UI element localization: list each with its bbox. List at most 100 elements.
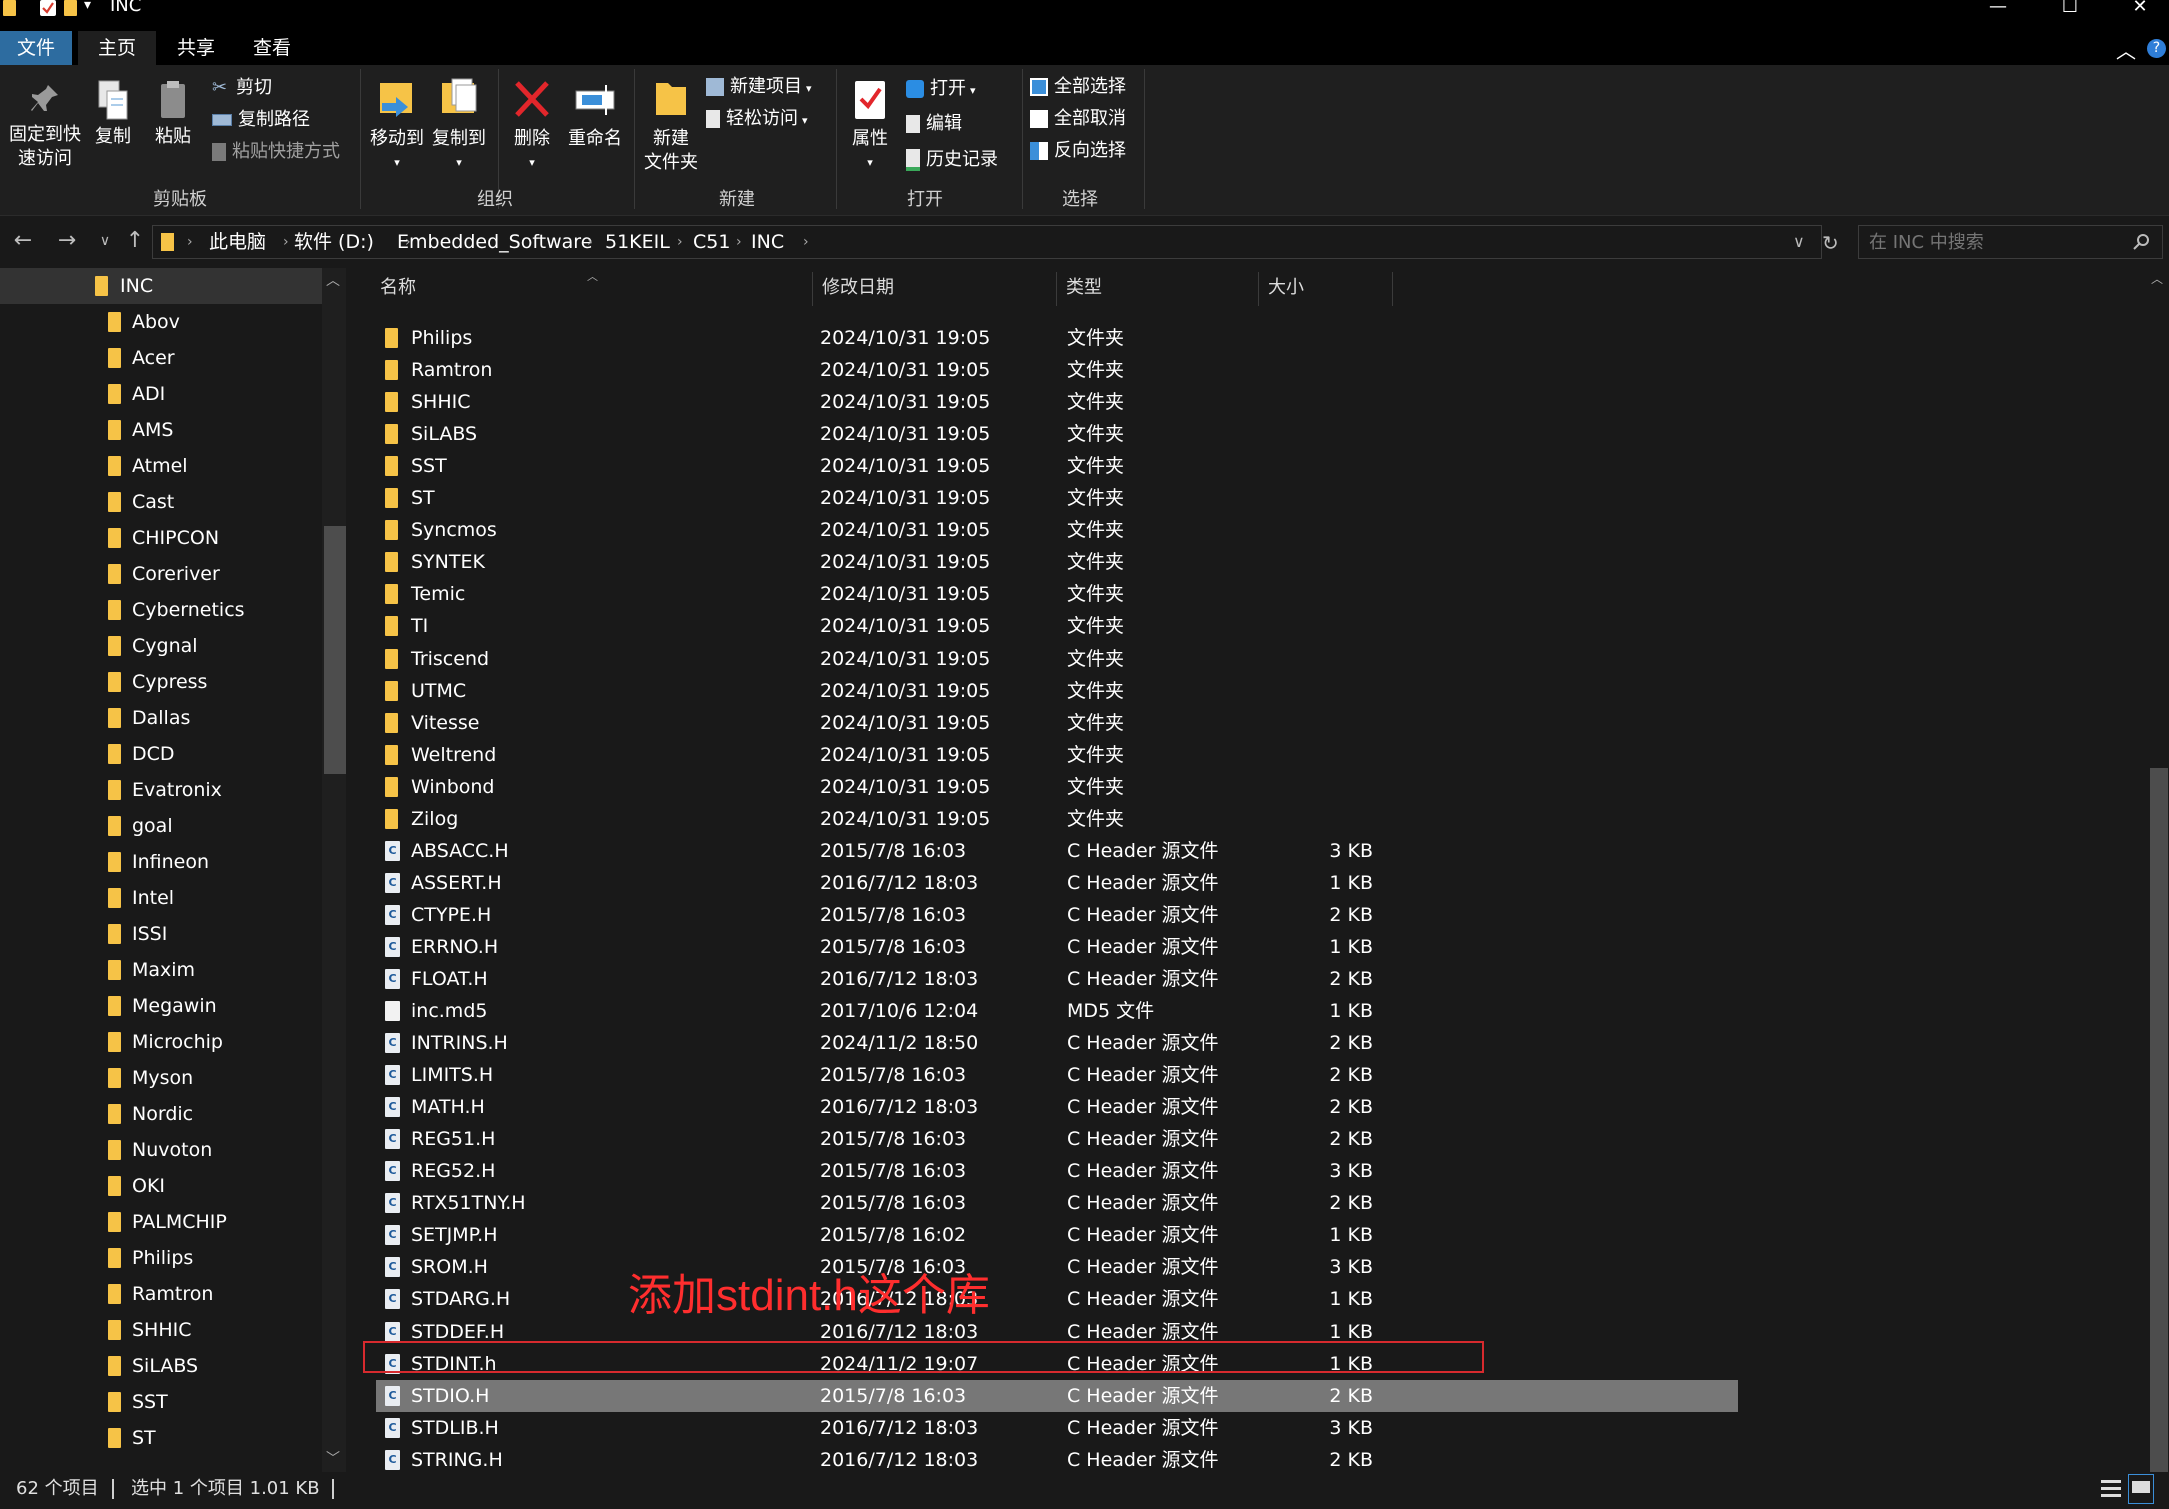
history-button[interactable]: 历史记录 (906, 146, 998, 174)
nav-scrollbar-thumb[interactable] (324, 526, 346, 774)
file-row[interactable]: C ASSERT.H 2016/7/12 18:03 C Header 源文件 1 KB (376, 867, 1738, 899)
column-header-date[interactable]: 修改日期 (822, 268, 894, 306)
copy-path-button[interactable]: 复制路径 (212, 106, 310, 134)
file-row[interactable]: ST 2024/10/31 19:05 文件夹 (376, 482, 1738, 514)
file-row[interactable]: UTMC 2024/10/31 19:05 文件夹 (376, 675, 1738, 707)
open-button[interactable]: 打开 ▾ (906, 75, 976, 103)
close-button[interactable]: ✕ (2110, 0, 2169, 20)
tree-item-cygnal[interactable]: Cygnal (0, 628, 322, 664)
file-row[interactable]: Zilog 2024/10/31 19:05 文件夹 (376, 803, 1738, 835)
column-separator[interactable] (812, 272, 813, 306)
file-row[interactable]: SYNTEK 2024/10/31 19:05 文件夹 (376, 546, 1738, 578)
nav-scrollbar[interactable] (322, 268, 346, 1472)
tree-item-palmchip[interactable]: PALMCHIP (0, 1204, 322, 1240)
file-row[interactable]: inc.md5 2017/10/6 12:04 MD5 文件 1 KB (376, 995, 1738, 1027)
tree-item-evatronix[interactable]: Evatronix (0, 772, 322, 808)
column-header-name[interactable]: 名称 (380, 268, 416, 306)
file-row[interactable]: C RTX51TNY.H 2015/7/8 16:03 C Header 源文件 2 K… (376, 1187, 1738, 1219)
breadcrumb-c51[interactable]: C51 (693, 226, 730, 258)
tree-item-chipcon[interactable]: CHIPCON (0, 520, 322, 556)
column-header-type[interactable]: 类型 (1066, 268, 1102, 306)
rename-button[interactable]: 重命名 (564, 77, 626, 151)
file-row[interactable]: SiLABS 2024/10/31 19:05 文件夹 (376, 418, 1738, 450)
new-item-button[interactable]: 新建项目 ▾ (706, 73, 812, 101)
breadcrumb-51keil[interactable]: 51KEIL (605, 226, 670, 258)
file-row[interactable]: Triscend 2024/10/31 19:05 文件夹 (376, 643, 1738, 675)
tab-home[interactable]: 主页 (78, 31, 156, 65)
tree-item-microchip[interactable]: Microchip (0, 1024, 322, 1060)
address-bar[interactable]: › 此电脑 › 软件 (D:) › Embedded_Software › 51… (152, 225, 1822, 259)
file-row[interactable]: SHHIC 2024/10/31 19:05 文件夹 (376, 386, 1738, 418)
column-header-size[interactable]: 大小 (1268, 268, 1304, 306)
tree-item-silabs[interactable]: SiLABS (0, 1348, 322, 1384)
back-arrow-icon[interactable]: ← (8, 227, 38, 257)
file-row[interactable]: C SROM.H 2015/7/8 16:03 C Header 源文件 3 KB (376, 1251, 1738, 1283)
new-folder-button[interactable]: 新建 文件夹 (640, 77, 702, 175)
forward-arrow-icon[interactable]: → (52, 227, 82, 257)
column-separator[interactable] (1392, 272, 1393, 306)
tree-item-nuvoton[interactable]: Nuvoton (0, 1132, 322, 1168)
tree-item-shhic[interactable]: SHHIC (0, 1312, 322, 1348)
tree-item-sst[interactable]: SST (0, 1384, 322, 1420)
file-row[interactable]: C STRING.H 2016/7/12 18:03 C Header 源文件 2 KB (376, 1444, 1738, 1472)
refresh-icon[interactable]: ↻ (1822, 231, 1839, 255)
breadcrumb-separator-icon[interactable]: › (283, 226, 289, 258)
file-row[interactable]: C STDARG.H 2016/7/12 18:03 C Header 源文件 1 KB (376, 1283, 1738, 1315)
file-row[interactable]: C ERRNO.H 2015/7/8 16:03 C Header 源文件 1 KB (376, 931, 1738, 963)
scroll-down-arrow-icon[interactable]: ﹀ (326, 1448, 340, 1468)
file-row[interactable]: TI 2024/10/31 19:05 文件夹 (376, 610, 1738, 642)
maximize-button[interactable]: ☐ (2040, 0, 2100, 20)
tree-item-ramtron[interactable]: Ramtron (0, 1276, 322, 1312)
file-row[interactable]: SST 2024/10/31 19:05 文件夹 (376, 450, 1738, 482)
file-row[interactable]: Vitesse 2024/10/31 19:05 文件夹 (376, 707, 1738, 739)
breadcrumb-this-pc[interactable]: 此电脑 (209, 226, 266, 258)
tab-share[interactable]: 共享 (160, 31, 232, 65)
tree-item-abov[interactable]: Abov (0, 304, 322, 340)
copy-to-button[interactable]: 复制到 ▾ (428, 77, 490, 175)
search-icon[interactable] (2133, 233, 2151, 251)
tree-item-dcd[interactable]: DCD (0, 736, 322, 772)
paste-shortcut-button[interactable]: 粘贴快捷方式 (212, 138, 340, 166)
up-arrow-icon[interactable]: ↑ (120, 227, 150, 257)
breadcrumb-separator-icon[interactable]: › (677, 226, 683, 258)
tree-item-myson[interactable]: Myson (0, 1060, 322, 1096)
details-view-icon[interactable] (2098, 1474, 2124, 1504)
search-box[interactable] (1858, 225, 2163, 259)
help-icon[interactable]: ? (2147, 39, 2166, 58)
tree-item-dallas[interactable]: Dallas (0, 700, 322, 736)
move-to-button[interactable]: 移动到 ▾ (366, 77, 428, 175)
recent-locations-chevron-icon[interactable]: ∨ (90, 227, 120, 257)
minimize-button[interactable]: — (1968, 0, 2028, 20)
file-row[interactable]: Ramtron 2024/10/31 19:05 文件夹 (376, 354, 1738, 386)
tree-item-ams[interactable]: AMS (0, 412, 322, 448)
scroll-up-arrow-icon[interactable]: ︿ (2151, 270, 2163, 287)
properties-button[interactable]: 属性 ▾ (842, 77, 898, 175)
collapse-ribbon-icon[interactable]: ︿ (2116, 35, 2136, 64)
file-row[interactable]: Winbond 2024/10/31 19:05 文件夹 (376, 771, 1738, 803)
breadcrumb-separator-icon[interactable]: › (587, 226, 593, 258)
tree-item-infineon[interactable]: Infineon (0, 844, 322, 880)
list-scrollbar-thumb[interactable] (2150, 768, 2168, 1472)
column-separator[interactable] (1056, 272, 1057, 306)
tree-item-cypress[interactable]: Cypress (0, 664, 322, 700)
tree-item-megawin[interactable]: Megawin (0, 988, 322, 1024)
file-row[interactable]: C SETJMP.H 2015/7/8 16:02 C Header 源文件 1 KB (376, 1219, 1738, 1251)
tab-view[interactable]: 查看 (236, 31, 308, 65)
file-row[interactable]: C MATH.H 2016/7/12 18:03 C Header 源文件 2 KB (376, 1091, 1738, 1123)
search-input[interactable] (1867, 229, 2121, 255)
address-dropdown-chevron-icon[interactable]: ∨ (1793, 232, 1805, 251)
tree-item-adi[interactable]: ADI (0, 376, 322, 412)
pin-quick-access-button[interactable]: 固定到快 速访问 (4, 81, 86, 171)
properties-check-icon[interactable] (40, 0, 56, 16)
file-row[interactable]: C REG51.H 2015/7/8 16:03 C Header 源文件 2 KB (376, 1123, 1738, 1155)
tree-item-goal[interactable]: goal (0, 808, 322, 844)
tree-item-inc[interactable]: INC (0, 268, 322, 304)
paste-button[interactable]: 粘贴 (148, 79, 198, 149)
tree-item-issi[interactable]: ISSI (0, 916, 322, 952)
invert-selection-button[interactable]: 反向选择 (1030, 137, 1126, 165)
breadcrumb-inc[interactable]: INC (751, 226, 784, 258)
file-row[interactable]: C REG52.H 2015/7/8 16:03 C Header 源文件 3 KB (376, 1155, 1738, 1187)
cut-button[interactable]: ✂ 剪切 (212, 74, 272, 102)
breadcrumb-embedded-software[interactable]: Embedded_Software (397, 226, 592, 258)
breadcrumb-drive-d[interactable]: 软件 (D:) (294, 226, 374, 258)
